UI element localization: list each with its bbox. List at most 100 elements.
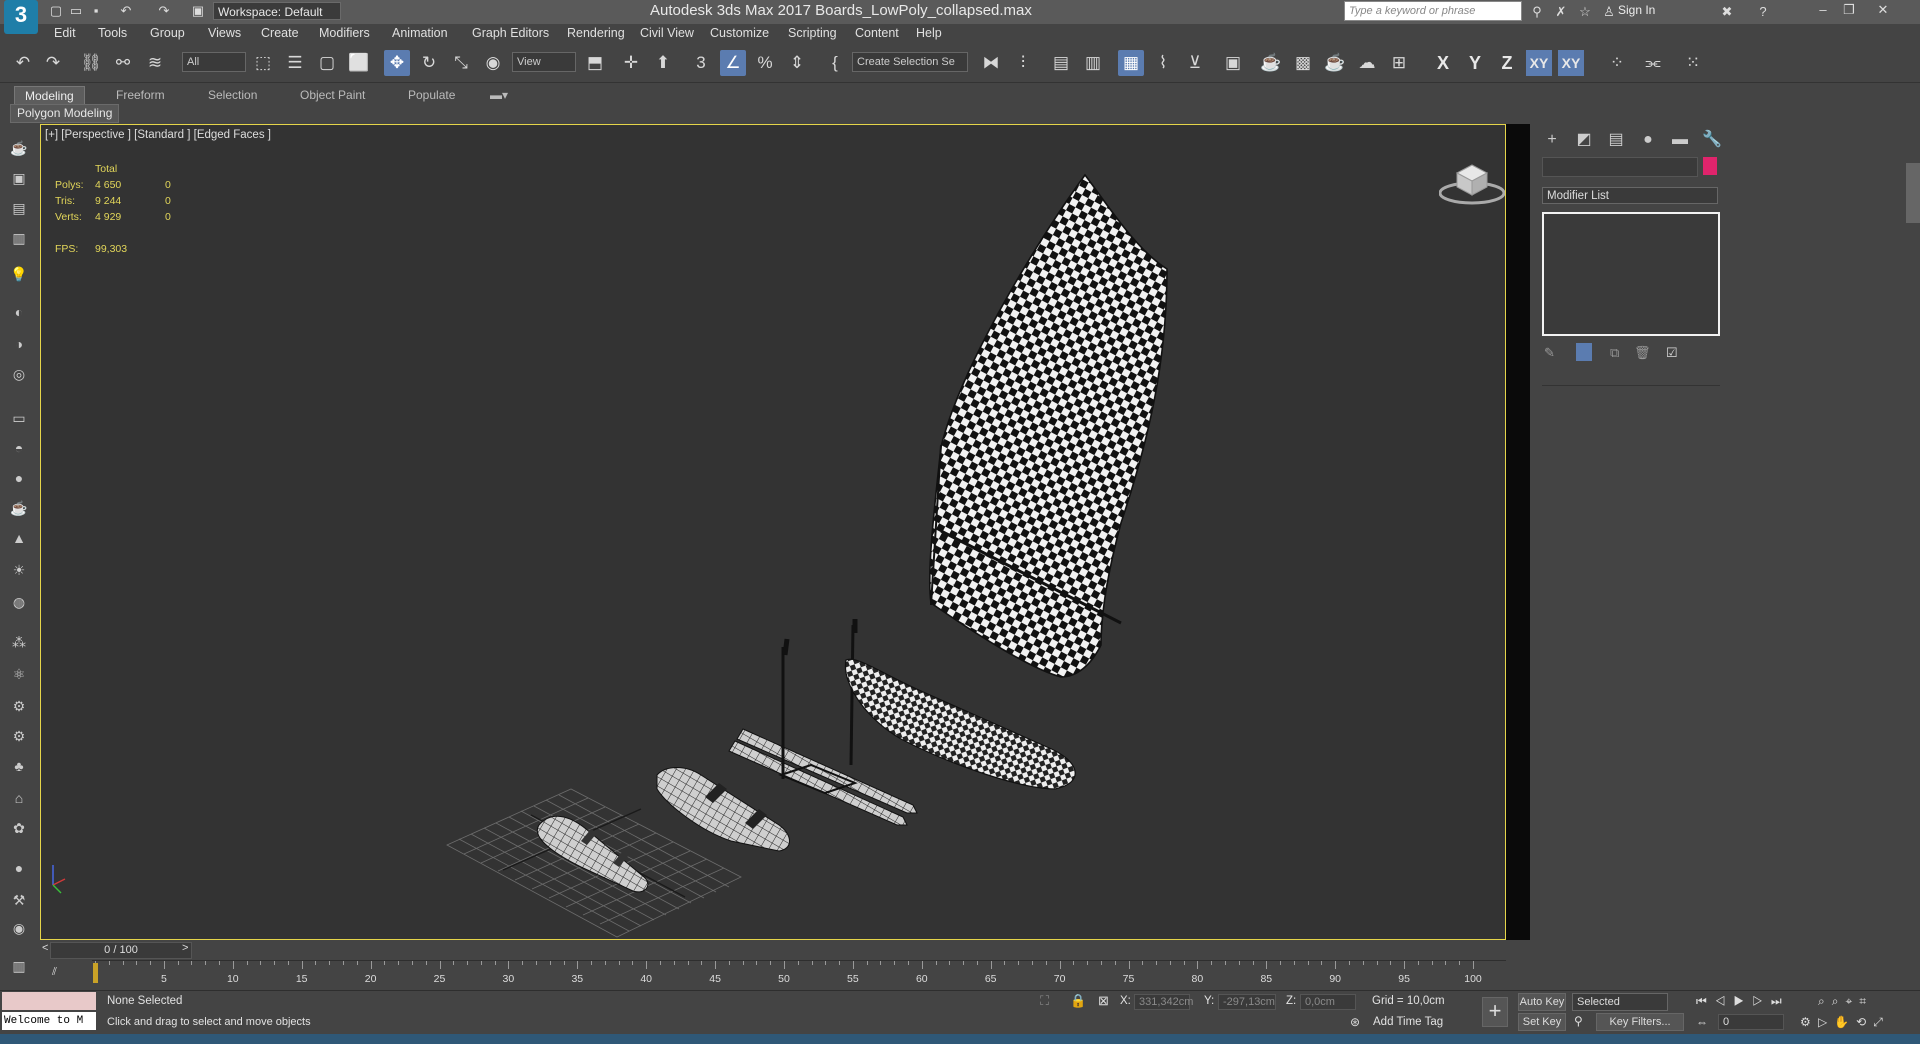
- modifier-stack[interactable]: [1542, 212, 1720, 336]
- axis-x-button[interactable]: X: [1430, 50, 1456, 76]
- menu-modifiers[interactable]: Modifiers: [319, 26, 370, 40]
- render-in-cloud-icon[interactable]: ☁: [1354, 50, 1380, 76]
- time-tag-icon[interactable]: ⊛: [1350, 1015, 1360, 1029]
- a360-gallery-icon[interactable]: ⊞: [1386, 50, 1412, 76]
- current-frame-field[interactable]: 0: [1718, 1014, 1784, 1030]
- rotate-icon[interactable]: ↻: [416, 50, 442, 76]
- exchange-apps-icon[interactable]: ✖: [1718, 3, 1736, 21]
- viewport-navigation-controls-2[interactable]: ▷✋⟲⤢: [1818, 1015, 1890, 1030]
- modifier-list-dropdown[interactable]: Modifier List: [1542, 187, 1718, 204]
- time-slider[interactable]: < 0 / 100 >: [40, 940, 1506, 960]
- video-camera-icon[interactable]: ◎: [8, 363, 30, 385]
- menu-scripting[interactable]: Scripting: [788, 26, 837, 40]
- cloth-icon[interactable]: ✿: [8, 817, 30, 839]
- render-setup-icon[interactable]: ☕: [1258, 50, 1284, 76]
- menu-group[interactable]: Group: [150, 26, 185, 40]
- rendered-frame-window-icon[interactable]: ▩: [1290, 50, 1316, 76]
- particle-icon[interactable]: ⚛: [8, 663, 30, 685]
- modify-tab-icon[interactable]: ◩: [1572, 128, 1596, 152]
- tab-selection[interactable]: Selection: [198, 86, 267, 104]
- snaps-toggle-icon[interactable]: 3: [688, 50, 714, 76]
- maxscript-listener-output[interactable]: Welcome to M: [2, 1012, 96, 1030]
- reference-coordinate-dropdown[interactable]: View: [512, 52, 576, 72]
- selection-filter-dropdown[interactable]: All: [182, 52, 246, 72]
- save-file-icon[interactable]: ▪: [88, 3, 104, 19]
- percent-snap-icon[interactable]: %: [752, 50, 778, 76]
- open-file-icon[interactable]: ▭: [68, 3, 84, 19]
- rectangular-selection-icon[interactable]: ▢: [314, 50, 340, 76]
- add-time-tag[interactable]: Add Time Tag: [1373, 1016, 1443, 1028]
- keyboard-shortcut-override-icon[interactable]: ⬆: [650, 50, 676, 76]
- camera-icon[interactable]: ◐: [8, 301, 30, 323]
- menu-graph-editors[interactable]: Graph Editors: [472, 26, 549, 40]
- render-production-icon[interactable]: ☕: [1322, 50, 1348, 76]
- helper-icon[interactable]: ◑: [8, 333, 30, 355]
- pin-stack-icon[interactable]: ✎: [1544, 345, 1555, 361]
- menu-help[interactable]: Help: [916, 26, 942, 40]
- layer-explorer-icon[interactable]: ▥: [1080, 50, 1106, 76]
- viewcube-icon[interactable]: [1438, 159, 1505, 209]
- user-icon[interactable]: ♙: [1600, 3, 1618, 21]
- hierarchy-tab-icon[interactable]: ▤: [1604, 128, 1628, 152]
- axis-y-button[interactable]: Y: [1462, 50, 1488, 76]
- make-unique-icon[interactable]: ⧉: [1610, 345, 1619, 361]
- teapot-primitive-icon[interactable]: ☕: [8, 497, 30, 519]
- menu-rendering[interactable]: Rendering: [567, 26, 625, 40]
- select-object-icon[interactable]: ⬚: [250, 50, 276, 76]
- remove-modifier-icon[interactable]: 🗑: [1634, 345, 1651, 361]
- layers-icon[interactable]: ▤: [8, 197, 30, 219]
- mini-curve-editor-icon[interactable]: ⫽: [52, 966, 57, 979]
- curve-editor-icon[interactable]: ⌇: [1150, 50, 1176, 76]
- undo-icon[interactable]: ↶: [118, 3, 134, 19]
- key-filters-button[interactable]: Key Filters...: [1596, 1013, 1684, 1031]
- move-icon[interactable]: ✥: [384, 50, 410, 76]
- absolute-mode-icon[interactable]: ⊠: [1098, 993, 1109, 1009]
- set-key-button[interactable]: Set Key: [1518, 1013, 1566, 1031]
- select-manipulate-icon[interactable]: ✛: [618, 50, 644, 76]
- track-bar[interactable]: 5 10 15 20 25 30 35 40 45 50 55 60 65 70 75 80 85 90 95 100: [92, 960, 1506, 991]
- bone-icon[interactable]: ⚒: [8, 889, 30, 911]
- hd-icon[interactable]: ⌂: [8, 787, 30, 809]
- key-mode-toggle-icon[interactable]: ⇔: [1696, 1015, 1708, 1029]
- new-file-icon[interactable]: ▢: [48, 3, 64, 19]
- playback-controls[interactable]: ⏮◁▶▷⏭: [1696, 994, 1790, 1009]
- hair-icon[interactable]: ⁂: [8, 631, 30, 653]
- workspace-dropdown[interactable]: Workspace: Default: [213, 2, 341, 20]
- set-key-plus-icon[interactable]: +: [1482, 997, 1508, 1027]
- menu-civil-view[interactable]: Civil View: [640, 26, 694, 40]
- object-color-swatch[interactable]: [1703, 157, 1717, 175]
- menu-customize[interactable]: Customize: [710, 26, 769, 40]
- link-icon[interactable]: ⛓: [78, 50, 104, 76]
- time-marker[interactable]: [93, 963, 98, 983]
- redo-icon[interactable]: ↷: [40, 50, 66, 76]
- isolate-selection-icon[interactable]: ⛶: [1040, 993, 1049, 1009]
- configure-modifier-sets-icon[interactable]: ☑: [1666, 345, 1678, 361]
- undo-icon[interactable]: ↶: [10, 50, 36, 76]
- time-config-icon[interactable]: ⚙: [1800, 1015, 1811, 1029]
- axis-xy-button[interactable]: XY: [1526, 50, 1552, 76]
- communication-center-icon[interactable]: ✗: [1552, 3, 1570, 21]
- tab-freeform[interactable]: Freeform: [106, 86, 175, 104]
- skin-icon[interactable]: ⚙: [8, 695, 30, 717]
- y-coord-field[interactable]: -297,13cm: [1218, 994, 1276, 1010]
- time-prev-icon[interactable]: <: [42, 942, 48, 954]
- unlink-icon[interactable]: ⚯: [110, 50, 136, 76]
- maxscript-listener-input[interactable]: [2, 992, 96, 1010]
- close-button[interactable]: ✕: [1870, 0, 1896, 22]
- cone-icon[interactable]: ▲: [8, 527, 30, 549]
- key-filter-icon[interactable]: ⚲: [1574, 1014, 1583, 1028]
- bind-space-warp-icon[interactable]: ≋: [142, 50, 168, 76]
- teapot-icon[interactable]: ☕: [8, 137, 30, 159]
- menu-create[interactable]: Create: [261, 26, 299, 40]
- list-icon[interactable]: ▥: [8, 227, 30, 249]
- redo-icon[interactable]: ↷: [156, 3, 172, 19]
- scale-icon[interactable]: ⤡: [448, 50, 474, 76]
- axis-z-button[interactable]: Z: [1494, 50, 1520, 76]
- time-slider-frame[interactable]: 0 / 100: [50, 942, 192, 959]
- binoculars-icon[interactable]: ⚲: [1528, 3, 1546, 21]
- restore-button[interactable]: ❐: [1836, 0, 1862, 22]
- script-icon[interactable]: ▥: [8, 955, 30, 977]
- sphere-gray-icon[interactable]: ●: [8, 857, 30, 879]
- named-selection-dropdown[interactable]: Create Selection Se: [852, 52, 968, 72]
- material-editor-icon[interactable]: ▣: [1220, 50, 1246, 76]
